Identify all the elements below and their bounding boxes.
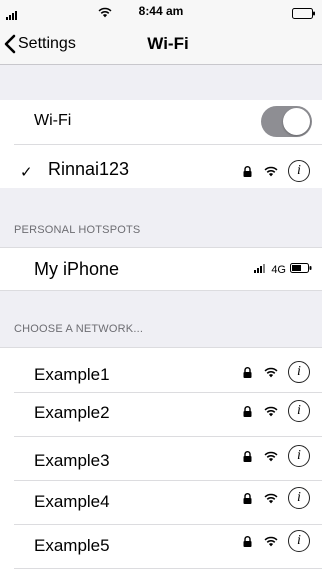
network-row[interactable]: Example5 i bbox=[0, 524, 322, 568]
cellular-signal-icon bbox=[254, 263, 268, 276]
wifi-strength-icon bbox=[264, 367, 278, 378]
network-name: Example3 bbox=[34, 451, 110, 470]
wifi-strength-icon bbox=[264, 493, 278, 504]
wifi-toggle-label: Wi-Fi bbox=[34, 112, 72, 129]
status-time: 8:44 am bbox=[138, 4, 184, 18]
battery-icon bbox=[290, 263, 312, 276]
network-icons: i bbox=[243, 486, 310, 510]
wifi-toggle[interactable] bbox=[261, 106, 312, 137]
connected-network-icons: i bbox=[243, 159, 310, 183]
lock-icon bbox=[243, 492, 252, 504]
wifi-strength-icon bbox=[264, 536, 278, 547]
wifi-strength-icon bbox=[264, 166, 278, 177]
hotspot-status: 4G bbox=[254, 263, 312, 276]
page-title: Wi-Fi bbox=[147, 34, 189, 53]
hotspot-name: My iPhone bbox=[34, 259, 120, 279]
network-icons: i bbox=[243, 360, 310, 384]
network-row[interactable]: Example3 i bbox=[0, 436, 322, 480]
lock-icon bbox=[243, 165, 252, 177]
network-icons: i bbox=[243, 529, 310, 553]
toggle-knob bbox=[283, 108, 310, 135]
network-name: Example4 bbox=[34, 492, 110, 511]
network-icons: i bbox=[243, 444, 310, 468]
wifi-strength-icon bbox=[264, 451, 278, 462]
hotspot-row[interactable]: My iPhone 4G bbox=[0, 247, 322, 291]
info-icon[interactable]: i bbox=[288, 400, 310, 422]
network-name: Example1 bbox=[34, 365, 110, 384]
info-icon[interactable]: i bbox=[288, 445, 310, 467]
network-name: Example2 bbox=[34, 403, 110, 422]
wifi-strength-icon bbox=[264, 406, 278, 417]
network-row[interactable]: Example4 i bbox=[0, 480, 322, 524]
wifi-section: Wi-Fi ✓ Rinnai123 i bbox=[0, 100, 322, 188]
network-type: 4G bbox=[271, 263, 286, 276]
network-name: Example5 bbox=[34, 536, 110, 555]
checkmark-icon: ✓ bbox=[20, 164, 33, 181]
status-bar: 8:44 am bbox=[0, 0, 322, 22]
lock-icon bbox=[243, 366, 252, 378]
navigation-bar: Settings Wi-Fi bbox=[0, 22, 322, 65]
networks-header: CHOOSE A NETWORK... bbox=[14, 323, 144, 335]
connected-network-name: Rinnai123 bbox=[48, 159, 130, 179]
info-icon[interactable]: i bbox=[288, 160, 310, 182]
info-icon[interactable]: i bbox=[288, 487, 310, 509]
network-list: Example1 i Example2 i Example3 i Example… bbox=[0, 347, 322, 570]
network-icons: i bbox=[243, 399, 310, 423]
info-icon[interactable]: i bbox=[288, 361, 310, 383]
hotspots-header: PERSONAL HOTSPOTS bbox=[14, 224, 141, 236]
info-icon[interactable]: i bbox=[288, 530, 310, 552]
lock-icon bbox=[243, 535, 252, 547]
lock-icon bbox=[243, 450, 252, 462]
network-row[interactable]: Example1 i bbox=[0, 348, 322, 392]
network-row[interactable]: Example2 i bbox=[0, 392, 322, 436]
lock-icon bbox=[243, 405, 252, 417]
